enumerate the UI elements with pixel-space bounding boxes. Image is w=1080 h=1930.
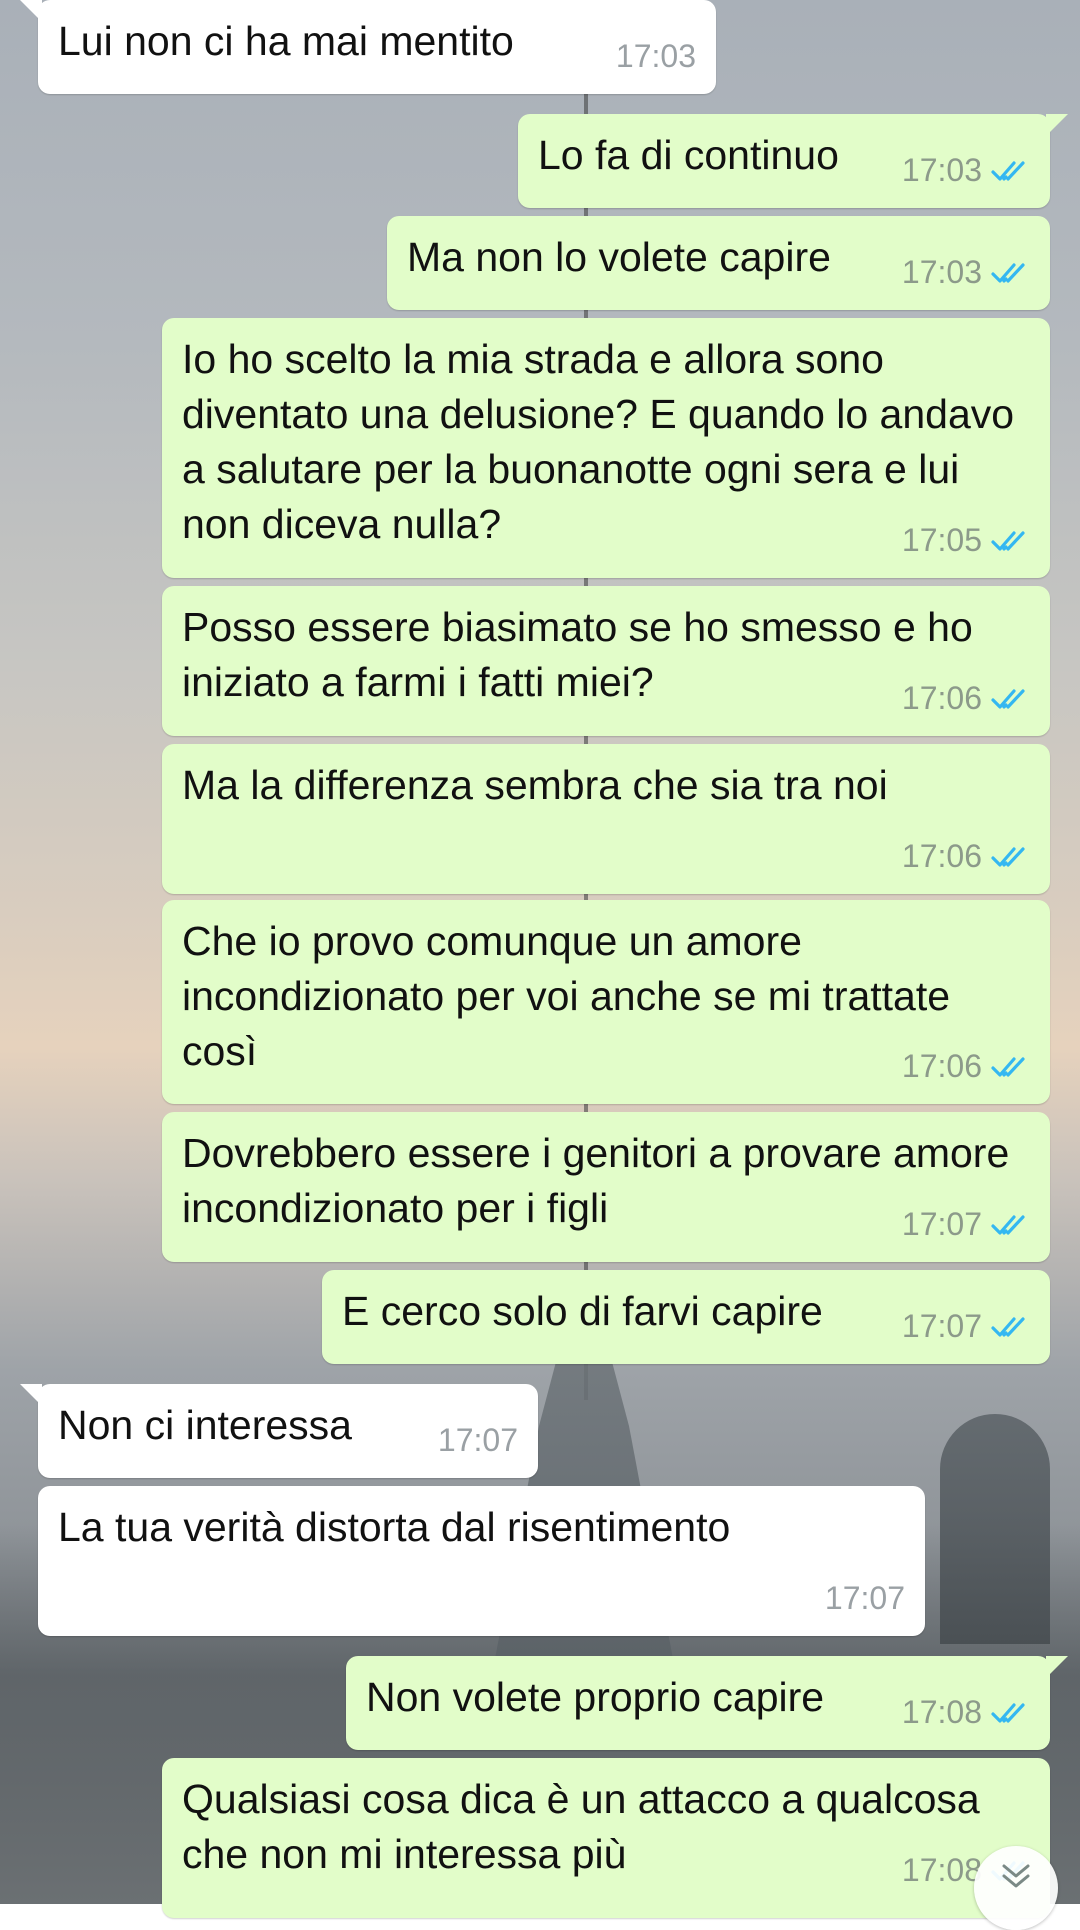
message-time: 17:03 <box>615 38 696 74</box>
message-outgoing[interactable]: E cerco solo di farvi capire 17:07 <box>322 1270 1050 1364</box>
message-outgoing[interactable]: Dovrebbero essere i genitori a provare a… <box>162 1112 1050 1262</box>
message-text: Io ho scelto la mia strada e allora sono… <box>182 336 1026 547</box>
message-text: Posso essere biasimato se ho smesso e ho… <box>182 604 985 705</box>
message-outgoing[interactable]: Ma la differenza sembra che sia tra noi … <box>162 744 1050 894</box>
message-incoming[interactable]: La tua verità distorta dal risentimento … <box>38 1486 925 1636</box>
message-outgoing[interactable]: Posso essere biasimato se ho smesso e ho… <box>162 586 1050 736</box>
message-time: 17:06 <box>901 1048 982 1084</box>
message-outgoing[interactable]: Che io provo comunque un amore incondizi… <box>162 900 1050 1104</box>
read-double-check-icon <box>991 530 1025 551</box>
read-double-check-icon <box>991 688 1025 709</box>
message-time: 17:03 <box>901 254 982 290</box>
message-text: Ma non lo volete capire <box>407 234 831 280</box>
message-text: Non ci interessa <box>58 1402 352 1448</box>
message-outgoing[interactable]: Lo fa di continuo 17:03 <box>518 114 1068 208</box>
read-double-check-icon <box>991 1214 1025 1235</box>
read-double-check-icon <box>991 1056 1025 1077</box>
message-outgoing[interactable]: Qualsiasi cosa dica è un attacco a qualc… <box>162 1758 1050 1918</box>
message-incoming[interactable]: Non ci interessa 17:07 <box>20 1384 538 1478</box>
chat-message-list[interactable]: Lui non ci ha mai mentito 17:03 Lo fa di… <box>0 0 1080 1918</box>
read-double-check-icon <box>991 1316 1025 1337</box>
message-text: Che io provo comunque un amore incondizi… <box>182 918 962 1074</box>
message-time: 17:08 <box>901 1852 982 1888</box>
message-time: 17:03 <box>901 152 982 188</box>
read-double-check-icon <box>991 846 1025 867</box>
message-outgoing[interactable]: Ma non lo volete capire 17:03 <box>387 216 1050 310</box>
message-time: 17:06 <box>901 838 982 874</box>
message-text: Ma la differenza sembra che sia tra noi <box>182 762 888 808</box>
message-time: 17:07 <box>901 1308 982 1344</box>
double-chevron-down-icon <box>1002 1864 1030 1888</box>
message-text: E cerco solo di farvi capire <box>342 1288 823 1334</box>
message-text: Lui non ci ha mai mentito <box>58 18 514 64</box>
message-text: Lo fa di continuo <box>538 132 839 178</box>
read-double-check-icon <box>991 1702 1025 1723</box>
message-outgoing[interactable]: Io ho scelto la mia strada e allora sono… <box>162 318 1050 578</box>
read-double-check-icon <box>991 160 1025 181</box>
message-text: Qualsiasi cosa dica è un attacco a qualc… <box>182 1776 992 1877</box>
message-time: 17:08 <box>901 1694 982 1730</box>
message-time: 17:06 <box>901 680 982 716</box>
message-text: La tua verità distorta dal risentimento <box>58 1504 731 1550</box>
message-time: 17:07 <box>901 1206 982 1242</box>
message-time: 17:07 <box>824 1580 905 1616</box>
message-outgoing[interactable]: Non volete proprio capire 17:08 <box>346 1656 1068 1750</box>
message-time: 17:07 <box>437 1422 518 1458</box>
message-text: Dovrebbero essere i genitori a provare a… <box>182 1130 1021 1231</box>
message-text: Non volete proprio capire <box>366 1674 825 1720</box>
message-incoming[interactable]: Lui non ci ha mai mentito 17:03 <box>20 0 716 94</box>
read-double-check-icon <box>991 262 1025 283</box>
message-time: 17:05 <box>901 522 982 558</box>
scroll-to-bottom-button[interactable] <box>974 1846 1058 1930</box>
